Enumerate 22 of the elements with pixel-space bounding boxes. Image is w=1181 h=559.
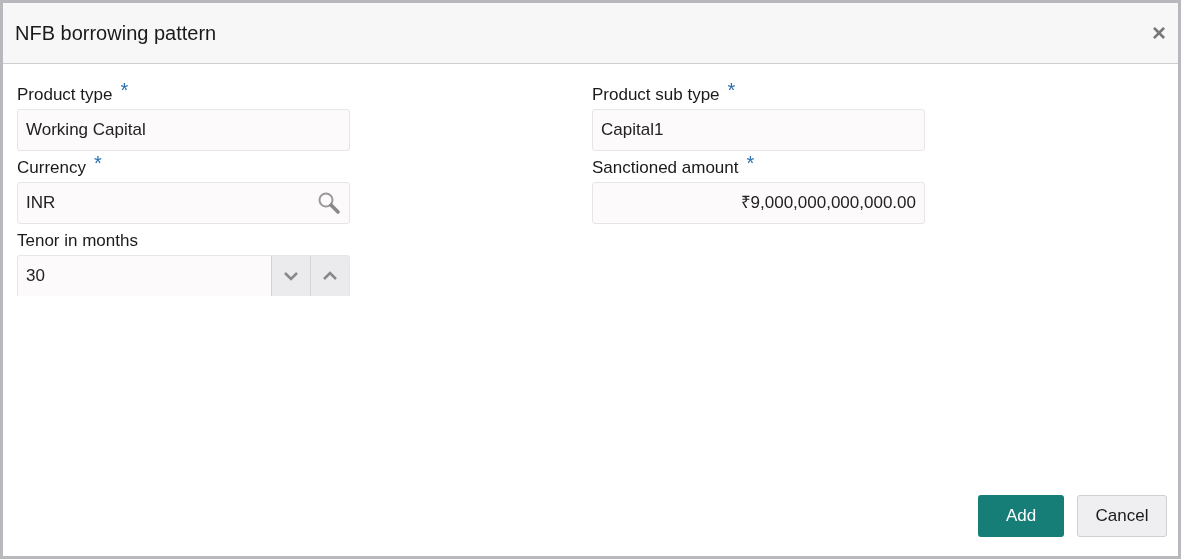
input-field[interactable]: Working Capital <box>17 109 350 151</box>
increment-button[interactable] <box>310 256 349 296</box>
input-field[interactable]: ₹9,000,000,000,000.00 <box>592 182 925 224</box>
cancel-button[interactable]: Cancel <box>1077 495 1167 537</box>
required-asterisk: * <box>120 80 129 100</box>
close-button[interactable]: × <box>1148 21 1170 45</box>
input-field[interactable]: Capital1 <box>592 109 925 151</box>
required-asterisk: * <box>727 80 736 100</box>
add-button[interactable]: Add <box>978 495 1064 537</box>
field-label: Product type <box>17 84 113 106</box>
input-field[interactable]: INR <box>17 182 350 224</box>
required-asterisk: * <box>746 153 755 173</box>
required-asterisk: * <box>93 153 102 173</box>
decrement-button[interactable] <box>271 256 310 296</box>
field-label: Currency <box>17 157 86 179</box>
stepper-value: 30 <box>26 265 45 288</box>
field-label: Tenor in months <box>17 230 138 252</box>
dialog-title: NFB borrowing pattern <box>15 21 217 46</box>
search-icon[interactable] <box>317 191 341 215</box>
number-stepper[interactable]: 30 <box>17 255 350 296</box>
field-label: Product sub type <box>592 84 720 106</box>
field-label: Sanctioned amount <box>592 157 739 179</box>
